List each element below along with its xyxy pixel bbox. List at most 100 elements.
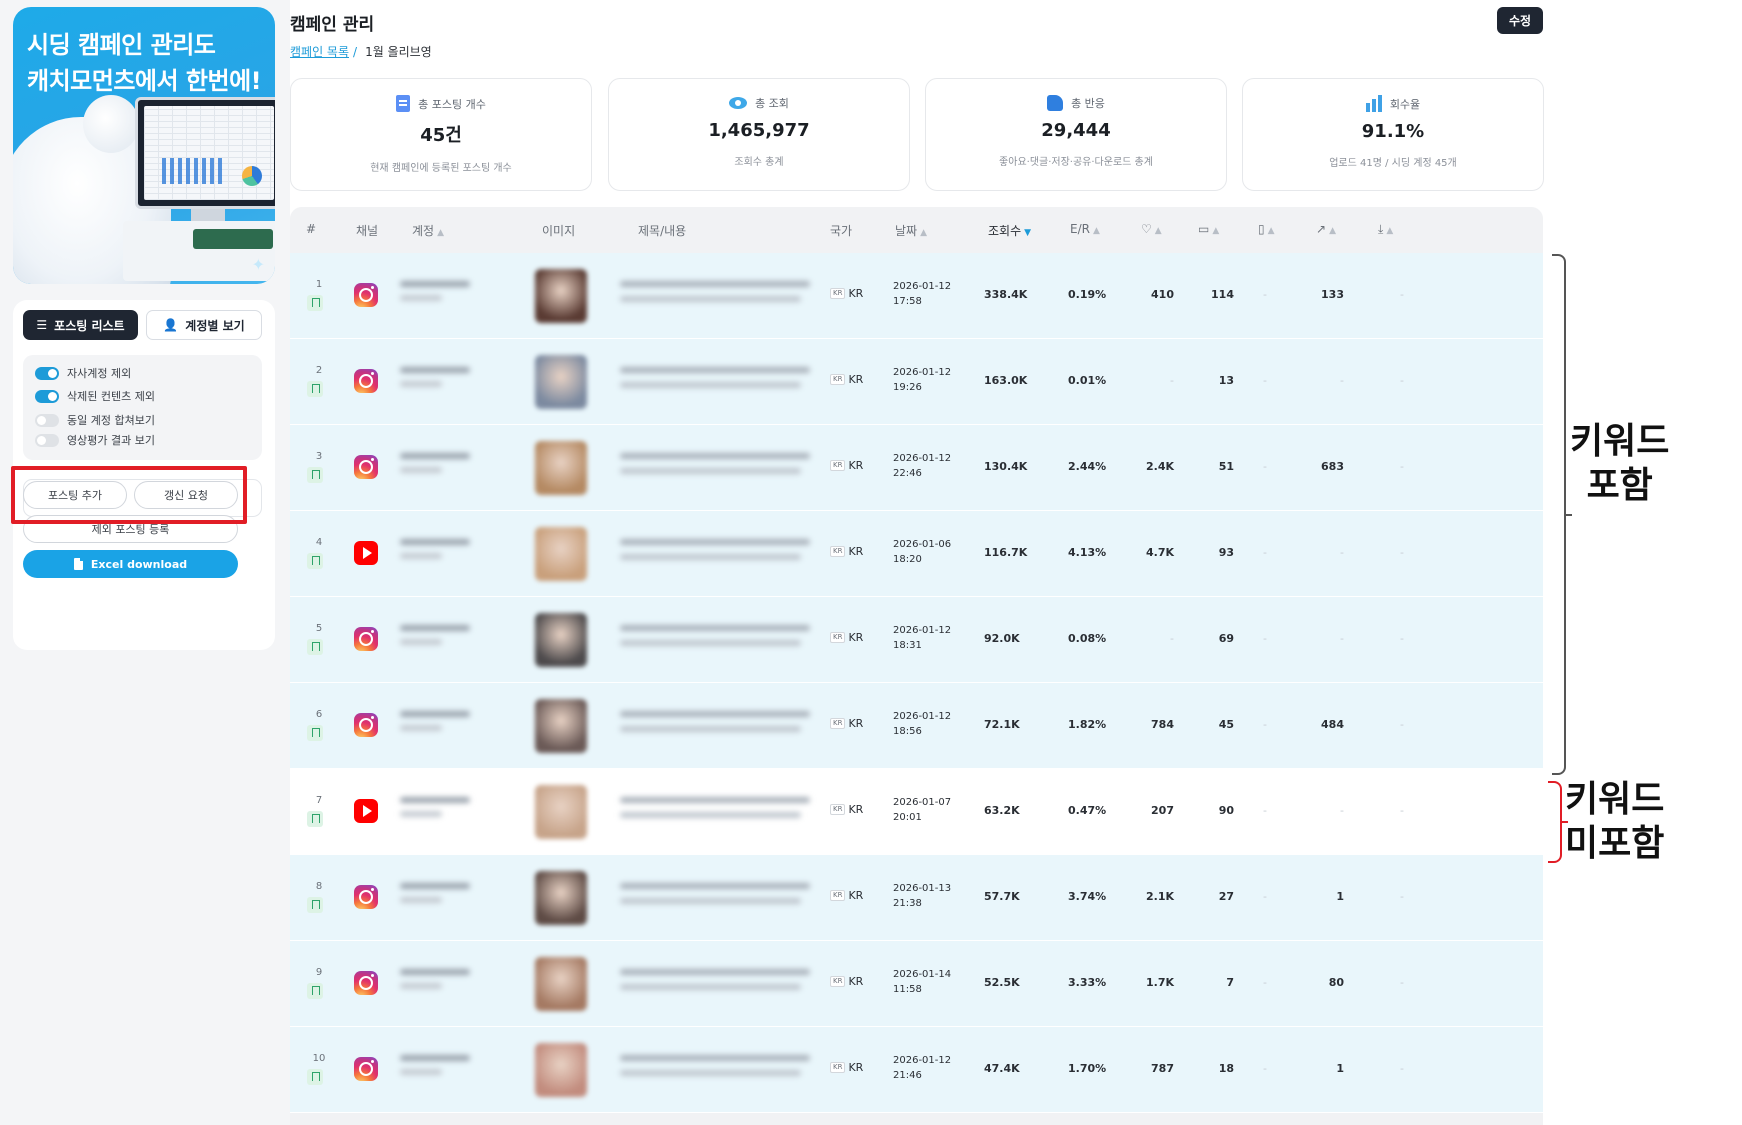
toggle-switch[interactable] <box>35 433 59 447</box>
post-thumbnail[interactable] <box>535 441 587 495</box>
toggle-switch[interactable] <box>35 366 59 380</box>
date-cell: 2026-01-12 17:58 <box>893 281 952 307</box>
breadcrumb-campaign-list-link[interactable]: 캠페인 목록 <box>290 45 349 59</box>
account-name-blurred[interactable] <box>400 883 470 913</box>
promo-title: 시딩 캠페인 관리도 캐치모먼츠에서 한번에! <box>27 31 262 95</box>
post-thumbnail[interactable] <box>535 957 587 1011</box>
breadcrumb: 캠페인 목록/1월 올리브영 <box>290 45 432 59</box>
col-downloads[interactable]: ⤓ ▲ <box>1378 222 1393 237</box>
account-name-blurred[interactable] <box>400 711 470 741</box>
promo-banner[interactable]: 시딩 캠페인 관리도 캐치모먼츠에서 한번에! ✦ <box>13 7 275 284</box>
col-shares[interactable]: ↗ ▲ <box>1316 222 1336 236</box>
table-row[interactable]: 5 KR KR 2026-01-12 18:31 92.0K 0.08% - 69 - - - <box>290 597 1543 683</box>
flag-icon: KR <box>830 976 846 987</box>
likes-cell: 784 <box>1151 718 1174 731</box>
col-date[interactable]: 날짜 ▲ <box>895 222 927 239</box>
likes-cell: - <box>1170 632 1174 645</box>
account-name-blurred[interactable] <box>400 367 470 397</box>
toggle-switch[interactable] <box>35 389 59 403</box>
col-likes[interactable]: ♡ ▲ <box>1141 222 1162 236</box>
saves-cell: - <box>1263 804 1267 817</box>
tab-posting-list[interactable]: ☰ 포스팅 리스트 <box>23 310 138 340</box>
post-thumbnail[interactable] <box>535 699 587 753</box>
table-row[interactable]: 4 KR KR 2026-01-06 18:20 116.7K 4.13% 4.7K 93 - - - <box>290 511 1543 597</box>
post-thumbnail[interactable] <box>535 269 587 323</box>
col-comments[interactable]: ▭ ▲ <box>1198 222 1219 236</box>
shares-cell: 1 <box>1336 1062 1344 1075</box>
toggle-merge-accounts[interactable]: 동일 계정 합쳐보기 <box>35 412 155 428</box>
saves-cell: - <box>1263 890 1267 903</box>
bookmark-icon[interactable] <box>307 811 323 827</box>
table-row[interactable]: 9 KR KR 2026-01-14 11:58 52.5K 3.33% 1.7K 7 - 80 - <box>290 941 1543 1027</box>
account-name-blurred[interactable] <box>400 625 470 655</box>
col-account[interactable]: 계정 ▲ <box>412 222 444 239</box>
comments-cell: 13 <box>1218 374 1234 387</box>
excel-download-button[interactable]: Excel download <box>23 550 238 578</box>
post-thumbnail[interactable] <box>535 355 587 409</box>
account-name-blurred[interactable] <box>400 969 470 999</box>
bookmark-icon[interactable] <box>307 983 323 999</box>
instagram-icon <box>354 885 378 909</box>
account-name-blurred[interactable] <box>400 797 470 827</box>
comments-cell: 51 <box>1218 460 1234 473</box>
row-number: 2 <box>315 365 323 376</box>
row-number: 8 <box>315 881 323 892</box>
bookmark-icon[interactable] <box>307 553 323 569</box>
col-saves[interactable]: ▯ ▲ <box>1258 222 1275 236</box>
table-row[interactable]: 7 KR KR 2026-01-07 20:01 63.2K 0.47% 207 90 - - - <box>290 769 1543 855</box>
bookmark-icon[interactable] <box>307 1069 323 1085</box>
account-name-blurred[interactable] <box>400 281 470 311</box>
saves-cell: - <box>1263 632 1267 645</box>
post-content-blurred[interactable] <box>620 281 810 313</box>
youtube-icon <box>354 541 378 565</box>
post-thumbnail[interactable] <box>535 785 587 839</box>
account-name-blurred[interactable] <box>400 539 470 569</box>
post-content-blurred[interactable] <box>620 797 810 829</box>
comments-cell: 45 <box>1218 718 1234 731</box>
er-cell: 1.70% <box>1068 1062 1107 1075</box>
post-content-blurred[interactable] <box>620 1055 810 1087</box>
post-content-blurred[interactable] <box>620 883 810 915</box>
tab-account-view[interactable]: 👤 계정별 보기 <box>146 310 262 340</box>
table-row[interactable]: 3 KR KR 2026-01-12 22:46 130.4K 2.44% 2.4K 51 - 68… <box>290 425 1543 511</box>
bookmark-icon[interactable] <box>307 725 323 741</box>
col-er[interactable]: E/R ▲ <box>1070 222 1100 236</box>
bookmark-icon[interactable] <box>307 467 323 483</box>
keyword-excluded-bracket <box>1548 781 1568 863</box>
country-cell: KR KR <box>830 889 863 902</box>
post-content-blurred[interactable] <box>620 625 810 657</box>
er-cell: 1.82% <box>1068 718 1107 731</box>
youtube-icon <box>354 799 378 823</box>
post-content-blurred[interactable] <box>620 539 810 571</box>
col-country: 국가 <box>830 224 853 238</box>
downloads-cell: - <box>1400 976 1404 989</box>
table-row[interactable]: 1 KR KR 2026-01-12 17:58 338.4K 0.19% 410 114 - 13… <box>290 253 1543 339</box>
bookmark-icon[interactable] <box>307 639 323 655</box>
table-row[interactable]: 6 KR KR 2026-01-12 18:56 72.1K 1.82% 784 45 - 484 - <box>290 683 1543 769</box>
post-content-blurred[interactable] <box>620 367 810 399</box>
er-cell: 0.08% <box>1068 632 1107 645</box>
account-name-blurred[interactable] <box>400 1055 470 1085</box>
toggle-exclude-own-accounts[interactable]: 자사계정 제외 <box>35 365 131 381</box>
post-thumbnail[interactable] <box>535 871 587 925</box>
post-thumbnail[interactable] <box>535 613 587 667</box>
toggle-video-evaluation[interactable]: 영상평가 결과 보기 <box>35 432 155 448</box>
edit-button[interactable]: 수정 <box>1497 7 1543 34</box>
post-content-blurred[interactable] <box>620 711 810 743</box>
toggle-switch[interactable] <box>35 413 59 427</box>
post-thumbnail[interactable] <box>535 1043 587 1097</box>
post-content-blurred[interactable] <box>620 453 810 485</box>
toggle-exclude-deleted[interactable]: 삭제된 컨텐츠 제외 <box>35 388 155 404</box>
table-row[interactable]: 10 KR KR 2026-01-12 21:46 47.4K 1.70% 787 18 - 1 - <box>290 1027 1543 1113</box>
bookmark-icon[interactable] <box>307 381 323 397</box>
table-row[interactable]: 8 KR KR 2026-01-13 21:38 57.7K 3.74% 2.1K 27 - 1 - <box>290 855 1543 941</box>
post-thumbnail[interactable] <box>535 527 587 581</box>
views-cell: 338.4K <box>984 288 1028 301</box>
post-content-blurred[interactable] <box>620 969 810 1001</box>
bookmark-icon[interactable] <box>307 897 323 913</box>
account-name-blurred[interactable] <box>400 453 470 483</box>
table-row[interactable]: 2 KR KR 2026-01-12 19:26 163.0K 0.01% - 13 - - - <box>290 339 1543 425</box>
views-cell: 92.0K <box>984 632 1020 645</box>
col-views[interactable]: 조회수 ▼ <box>988 222 1031 239</box>
bookmark-icon[interactable] <box>307 295 323 311</box>
